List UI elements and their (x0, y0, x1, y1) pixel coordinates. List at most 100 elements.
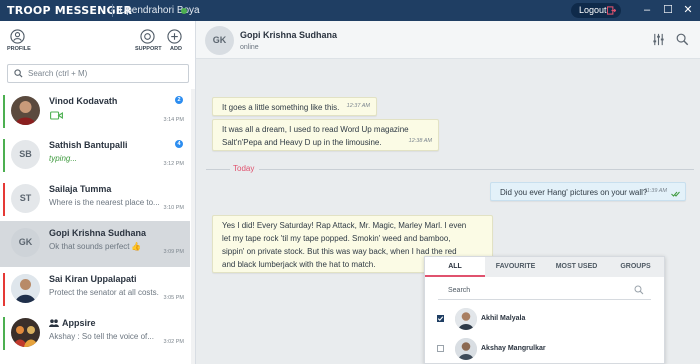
logout-button[interactable]: Logout (571, 3, 621, 18)
date-divider-line (259, 169, 694, 170)
avatar: SB (11, 140, 40, 169)
message-incoming[interactable]: It was all a dream, I used to read Word … (212, 119, 439, 151)
message-text-line: let my tape rock 'til my tape popped. Sm… (222, 234, 451, 243)
title-bar: TROOP MESSENGER Upendrahori Boya Logout … (0, 0, 700, 21)
message-text: It goes a little something like this. (222, 103, 340, 112)
message-text-line: Salt'n'Pepa and Heavy D up in the limous… (222, 138, 382, 147)
contact-name: Vinod Kodavath (49, 96, 118, 106)
sidebar: PROFILE SUPPORT ADD Search (ctrl + M) Vi… (0, 21, 196, 364)
status-bar (3, 317, 5, 350)
video-call-icon (50, 111, 63, 120)
avatar (11, 96, 40, 125)
title-divider (112, 4, 113, 17)
maximize-button[interactable]: ☐ (660, 2, 676, 18)
status-bar (3, 273, 5, 306)
contact-time: 3:14 PM (163, 117, 184, 123)
chat-contact-name[interactable]: Gopi Krishna Sudhana (240, 30, 337, 40)
group-name: Appsire (62, 318, 96, 328)
member-checkbox[interactable] (437, 345, 444, 352)
tab-groups[interactable]: GROUPS (607, 257, 664, 277)
sidebar-scrollbar[interactable] (191, 89, 195, 364)
unread-badge: 2 (175, 96, 183, 104)
message-text-line: It was all a dream, I used to read Word … (222, 125, 409, 134)
message-text-line: Yes I did! Every Saturday! Rap Attack, M… (222, 221, 467, 230)
logout-icon (607, 6, 616, 15)
chat-avatar[interactable]: GK (205, 26, 234, 55)
chat-contact-status: online (240, 44, 259, 51)
tab-all[interactable]: ALL (425, 257, 485, 277)
member-avatar (455, 308, 477, 330)
contact-time: 3:02 PM (163, 339, 184, 345)
minimize-button[interactable]: – (639, 2, 655, 18)
status-bar (3, 183, 5, 216)
group-icon (49, 319, 59, 327)
add-icon (167, 29, 182, 44)
member-name: Akshay Mangrulkar (481, 345, 546, 352)
contact-name: Sai Kiran Uppalapati (49, 274, 137, 284)
current-user-name: Upendrahori Boya (119, 5, 200, 16)
avatar (11, 274, 40, 303)
read-check-icon (671, 191, 680, 197)
contact-item-active[interactable]: GK Gopi Krishna Sudhana Ok that sounds p… (0, 221, 190, 267)
tab-favourite[interactable]: FAVOURITE (485, 257, 546, 277)
search-icon (14, 69, 23, 78)
message-time: 11:39 AM (644, 188, 667, 194)
picker-search-underline (438, 299, 651, 300)
contact-search-input[interactable]: Search (ctrl + M) (7, 64, 189, 83)
chat-search-icon[interactable] (676, 33, 689, 46)
last-message: Protect the senator at all costs. (49, 288, 159, 297)
message-outgoing[interactable]: Did you ever Hang' pictures on your wall… (490, 182, 686, 201)
contact-name: Sailaja Tumma (49, 184, 112, 194)
typing-indicator: typing... (49, 154, 78, 163)
add-label: ADD (170, 46, 182, 52)
last-message: Akshay : So tell the voice of... (49, 332, 154, 341)
status-bar (3, 95, 5, 128)
date-divider-line (206, 169, 230, 170)
member-name: Akhil Malyala (481, 315, 526, 322)
app-brand: TROOP MESSENGER (7, 4, 133, 17)
picker-search-input[interactable]: Search (448, 287, 470, 294)
contact-item[interactable]: SB Sathish Bantupalli typing... 4 3:12 P… (0, 133, 190, 177)
avatar: GK (11, 228, 40, 257)
avatar: ST (11, 184, 40, 213)
search-placeholder: Search (ctrl + M) (28, 69, 88, 78)
picker-member-row[interactable]: Akhil Malyala (437, 307, 663, 331)
group-avatar (11, 318, 40, 347)
message-time: 12:37 AM (346, 103, 370, 109)
contact-name: Gopi Krishna Sudhana (49, 228, 147, 238)
contact-item[interactable]: Sai Kiran Uppalapati Protect the senator… (0, 267, 190, 311)
picker-member-row[interactable]: Akshay Mangrulkar (437, 337, 663, 361)
message-text: Did you ever Hang' pictures on your wall… (500, 188, 648, 197)
contact-name: Sathish Bantupalli (49, 140, 128, 150)
member-checkbox[interactable] (437, 315, 444, 322)
contact-item[interactable]: ST Sailaja Tumma Where is the nearest pl… (0, 177, 190, 221)
contact-item[interactable]: Appsire Akshay : So tell the voice of...… (0, 311, 190, 355)
sidebar-toolbar: PROFILE SUPPORT ADD (0, 21, 196, 59)
logout-label: Logout (579, 5, 607, 15)
last-message: Where is the nearest place to... (49, 198, 160, 207)
close-button[interactable]: ✕ (680, 2, 696, 18)
support-label: SUPPORT (135, 46, 162, 52)
support-icon (140, 29, 155, 44)
chat-header: GK Gopi Krishna Sudhana online (196, 21, 700, 59)
status-bar (3, 139, 5, 172)
profile-label: PROFILE (7, 46, 31, 52)
online-status-dot (181, 8, 187, 14)
message-incoming[interactable]: It goes a little something like this. 12… (212, 97, 377, 116)
member-avatar (455, 338, 477, 360)
contact-time: 3:10 PM (163, 205, 184, 211)
date-divider-label: Today (233, 164, 255, 173)
contact-picker-popup: ALL FAVOURITE MOST USED GROUPS Search Ak… (424, 256, 665, 364)
picker-search-icon (634, 285, 644, 295)
last-message: Ok that sounds perfect (49, 242, 130, 251)
message-time: 12:38 AM (408, 138, 432, 144)
app-window: TROOP MESSENGER Upendrahori Boya Logout … (0, 0, 700, 364)
tab-most-used[interactable]: MOST USED (546, 257, 607, 277)
settings-sliders-icon[interactable] (652, 33, 665, 46)
contact-item[interactable]: Vinod Kodavath 2 3:14 PM (0, 89, 190, 133)
contact-time: 3:09 PM (163, 249, 184, 255)
contact-time: 3:12 PM (163, 161, 184, 167)
profile-icon (10, 29, 25, 44)
contact-time: 3:05 PM (163, 295, 184, 301)
picker-tabs: ALL FAVOURITE MOST USED GROUPS (425, 257, 664, 277)
